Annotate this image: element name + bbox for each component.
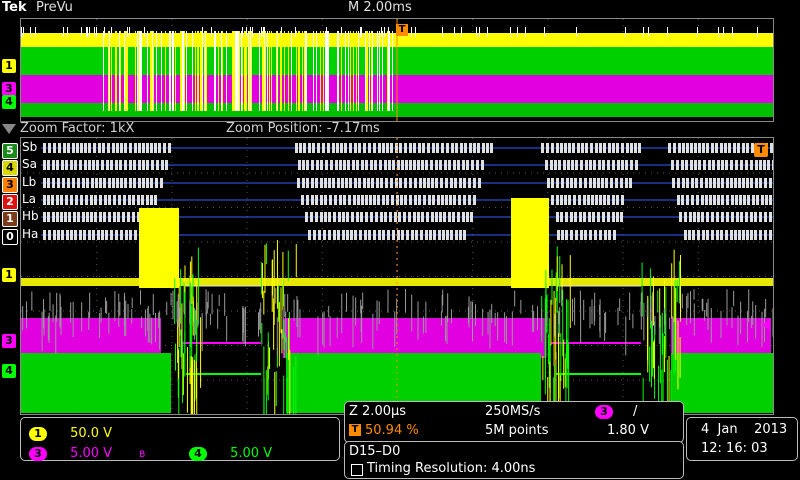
ch4-badge: 4 <box>189 447 207 461</box>
digital-group: D15–D0 <box>349 444 401 459</box>
digital-label-la: La <box>22 192 37 206</box>
acquisition-panel[interactable]: Z 2.00µs 250MS/s 3 / T 50.94 % 5M points… <box>344 401 684 443</box>
ch1-ground-marker[interactable]: 1 <box>2 268 16 282</box>
time: 12: 16: 03 <box>701 441 768 456</box>
channel-scale-panel: 1 50.0 V 3 5.00 V B 4 5.00 V <box>20 417 340 461</box>
ch1-badge: 1 <box>29 427 47 441</box>
digital-trace-2 <box>41 178 773 188</box>
trigger-level-arrow-icon[interactable] <box>762 320 770 330</box>
zoom-waveform-canvas <box>21 138 773 414</box>
overview-trigger-marker[interactable]: T <box>396 24 408 36</box>
ch4-scale-row[interactable]: 4 5.00 V <box>189 442 272 461</box>
trigger-source-badge: 3 <box>595 405 613 419</box>
digital-label-hb: Hb <box>22 209 39 223</box>
zoom-position: Zoom Position: -7.17ms <box>226 121 380 136</box>
digital-label-sa: Sa <box>22 157 37 171</box>
ch3-ground-marker[interactable]: 3 <box>2 334 16 348</box>
ch1-scale-row[interactable]: 1 50.0 V <box>29 422 112 441</box>
zoom-time-per-div: Z 2.00µs <box>349 404 407 419</box>
digital-label-ha: Ha <box>22 227 39 241</box>
digital-label-lb: Lb <box>22 175 37 189</box>
acquisition-mode: PreVu <box>36 0 73 15</box>
ch4-ground-marker[interactable]: 4 <box>2 364 16 378</box>
trigger-position-icon: T <box>349 424 361 436</box>
ch3-scale: 5.00 V <box>70 446 113 461</box>
main-trigger-marker[interactable]: T <box>754 143 768 157</box>
ch1-scale: 50.0 V <box>70 426 113 441</box>
brand-logo: Tek <box>2 0 27 15</box>
zoom-factor: Zoom Factor: 1kX <box>20 121 135 136</box>
bandwidth-limit-icon: B <box>139 450 146 460</box>
zoom-triangle-icon <box>2 124 16 134</box>
digital-waveform-icon <box>351 464 363 476</box>
ch3-scale-row[interactable]: 3 5.00 V B <box>29 442 145 461</box>
overview-ch3-marker[interactable]: 3 <box>2 82 16 96</box>
zoom-waveform-window[interactable] <box>20 137 774 415</box>
trigger-slope-icon: / <box>633 404 638 419</box>
date: 4 Jan 2013 <box>701 422 788 437</box>
datetime-panel: 4 Jan 2013 12: 16: 03 <box>686 417 798 461</box>
digital-trace-0 <box>41 143 773 153</box>
trigger-level: 1.80 V <box>607 423 649 438</box>
digital-trace-1 <box>41 160 773 170</box>
ch4-scale: 5.00 V <box>230 446 273 461</box>
timing-resolution: Timing Resolution: 4.00ns <box>367 461 536 476</box>
digital-ch3-marker[interactable]: 3 <box>2 177 18 193</box>
ch3-badge: 3 <box>29 447 47 461</box>
digital-ch4-marker[interactable]: 4 <box>2 160 18 176</box>
record-length: 5M points <box>485 423 549 438</box>
sample-rate: 250MS/s <box>485 404 541 419</box>
digital-ch5-marker[interactable]: 5 <box>2 143 18 159</box>
digital-ch1-marker[interactable]: 1 <box>2 211 18 227</box>
overview-ch4-marker[interactable]: 4 <box>2 95 16 109</box>
main-timebase: M 2.00ms <box>348 0 412 15</box>
digital-ch0-marker[interactable]: 0 <box>2 229 18 245</box>
overview-ch1-marker[interactable]: 1 <box>2 59 16 73</box>
digital-trace-3 <box>41 195 773 205</box>
digital-ch2-marker[interactable]: 2 <box>2 194 18 210</box>
digital-label-sb: Sb <box>22 140 38 154</box>
trigger-position: 50.94 % <box>365 423 419 438</box>
digital-panel[interactable]: D15–D0 Timing Resolution: 4.00ns <box>344 441 684 479</box>
ch3-trace <box>21 318 771 358</box>
